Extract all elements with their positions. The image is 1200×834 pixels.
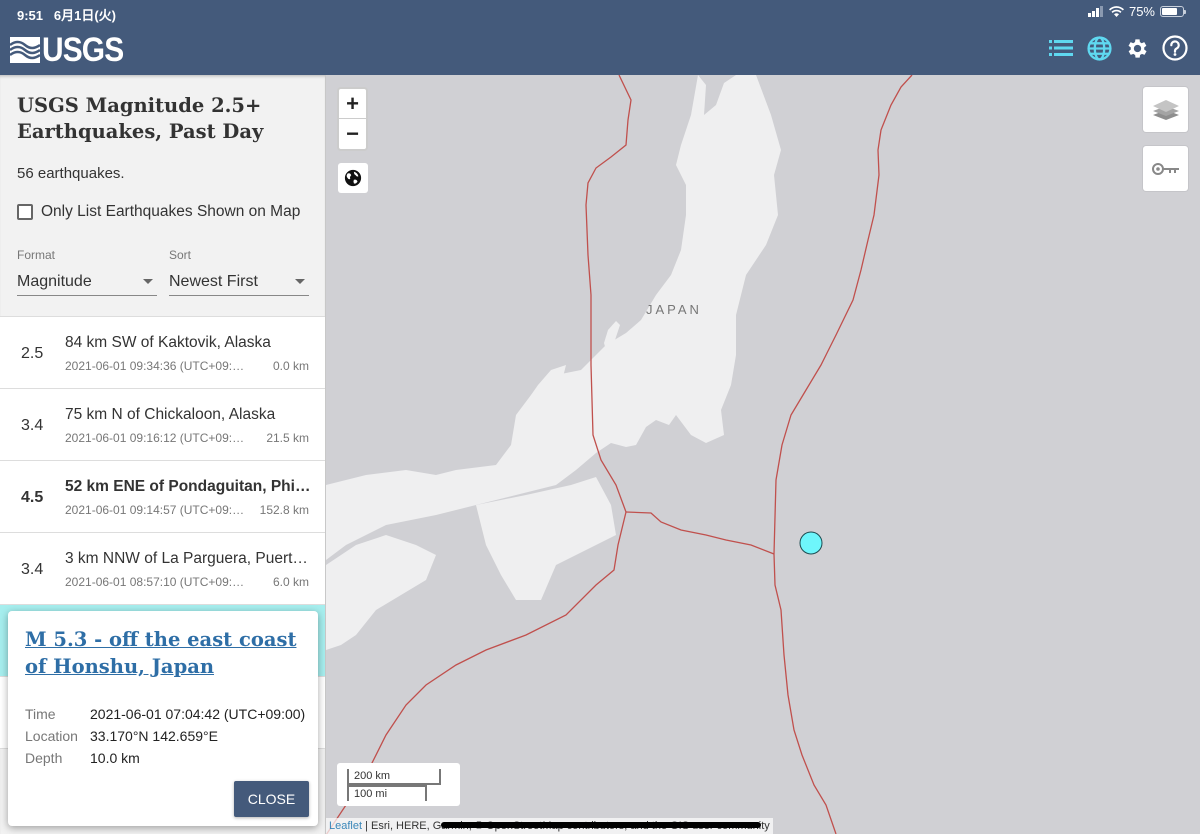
zoom-out-button[interactable]: −: [339, 119, 366, 149]
list-item[interactable]: 3.4 75 km N of Chickaloon, Alaska 2021-0…: [0, 389, 325, 461]
event-time: 2021-06-01 09:34:36 (UTC+09:00): [65, 359, 245, 373]
format-value: Magnitude: [17, 272, 92, 290]
status-time: 9:51 6月1日(火): [17, 8, 116, 23]
detail-key: Location: [25, 728, 78, 744]
globe-icon: [344, 169, 362, 187]
format-label: Format: [17, 248, 56, 262]
list-item[interactable]: 2.5 84 km SW of Kaktovik, Alaska 2021-06…: [0, 317, 325, 389]
detail-row-time: Time 2021-06-01 07:04:42 (UTC+09:00): [25, 703, 305, 725]
detail-value: 10.0 km: [90, 750, 140, 766]
globe-icon: [1086, 35, 1112, 61]
place: 75 km N of Chickaloon, Alaska: [65, 406, 276, 423]
magnitude: 3.4: [21, 561, 44, 578]
detail-key: Time: [25, 706, 56, 722]
legend-button[interactable]: [1143, 146, 1188, 191]
magnitude: 2.5: [21, 345, 44, 362]
home-indicator[interactable]: [441, 822, 761, 828]
layers-button[interactable]: [1143, 87, 1188, 132]
depth: 152.8 km: [259, 503, 309, 517]
earthquake-detail-popup: M 5.3 - off the east coast of Honshu, Ja…: [8, 611, 318, 826]
key-icon: [1151, 162, 1179, 175]
list-item[interactable]: 4.5 52 km ENE of Pondaguitan, Philippine…: [0, 461, 325, 533]
scale-km: 200 km: [347, 769, 441, 785]
scale-mi: 100 mi: [347, 785, 427, 801]
event-time: 2021-06-01 08:57:10 (UTC+09:00): [65, 575, 245, 589]
detail-value: 33.170°N 142.659°E: [90, 728, 218, 744]
earthquake-count: 56 earthquakes.: [17, 165, 125, 182]
place: 84 km SW of Kaktovik, Alaska: [65, 334, 271, 351]
zoom-in-button[interactable]: +: [339, 89, 366, 119]
close-button[interactable]: CLOSE: [234, 781, 309, 817]
magnitude: 4.5: [21, 489, 44, 506]
help-button[interactable]: [1162, 35, 1188, 61]
place: 3 km NNW of La Parguera, Puerto Rico: [65, 550, 311, 567]
place: 52 km ENE of Pondaguitan, Philippines: [65, 478, 311, 495]
list-item[interactable]: 3.4 3 km NNW of La Parguera, Puerto Rico…: [0, 533, 325, 605]
only-shown-on-map-checkbox[interactable]: [17, 204, 33, 220]
sort-value: Newest First: [169, 272, 258, 290]
logo-text: USGS: [42, 31, 124, 69]
chevron-down-icon: [143, 279, 153, 284]
list-icon: [1049, 40, 1073, 56]
earthquake-details: Time 2021-06-01 07:04:42 (UTC+09:00) Loca…: [25, 703, 305, 769]
detail-row-location: Location 33.170°N 142.659°E: [25, 725, 305, 747]
plate-boundary: [625, 511, 775, 555]
detail-value: 2021-06-01 07:04:42 (UTC+09:00): [90, 706, 306, 722]
layers-icon: [1152, 99, 1179, 120]
leaflet-link[interactable]: Leaflet: [329, 820, 362, 832]
map-view[interactable]: JAPAN + − 200 km 100 mi Leaflet | Esri, …: [326, 75, 1200, 834]
plate-boundaries: [326, 75, 913, 834]
usgs-logo[interactable]: USGS: [10, 31, 134, 69]
detail-key: Depth: [25, 750, 63, 766]
map-button[interactable]: [1086, 35, 1112, 61]
help-icon: [1162, 35, 1188, 61]
signal-icon: [1087, 6, 1103, 17]
plate-boundary: [773, 75, 913, 834]
format-select-group: Format Magnitude: [17, 248, 157, 296]
usgs-wave-icon: [10, 37, 40, 63]
sort-select[interactable]: Newest First: [169, 268, 309, 296]
zoom-control: + −: [337, 87, 368, 151]
list-button[interactable]: [1048, 35, 1074, 61]
only-shown-on-map-label: Only List Earthquakes Shown on Map: [41, 203, 301, 220]
format-select[interactable]: Magnitude: [17, 268, 157, 296]
gear-icon: [1128, 38, 1147, 58]
depth: 21.5 km: [266, 431, 309, 445]
earthquake-marker[interactable]: [799, 531, 823, 555]
earthquake-title-link[interactable]: M 5.3 - off the east coast of Honshu, Ja…: [25, 626, 305, 680]
event-time: 2021-06-01 09:16:12 (UTC+09:00): [65, 431, 245, 445]
map-scale: 200 km 100 mi: [337, 763, 460, 806]
app-header: 9:51 6月1日(火) 75% USGS: [0, 0, 1200, 75]
sort-label: Sort: [169, 248, 192, 262]
world-view-button[interactable]: [338, 163, 368, 193]
only-shown-on-map-toggle[interactable]: Only List Earthquakes Shown on Map: [17, 203, 300, 221]
chevron-down-icon: [295, 279, 305, 284]
battery-percent: 75%: [1128, 4, 1155, 19]
depth: 0.0 km: [272, 359, 309, 373]
wifi-icon: [1108, 6, 1124, 17]
depth: 6.0 km: [272, 575, 309, 589]
settings-button[interactable]: [1124, 35, 1150, 61]
map-basemap: [326, 75, 913, 834]
magnitude: 3.4: [21, 417, 44, 434]
status-indicators: 75%: [1087, 4, 1186, 19]
land-shikoku: [326, 535, 436, 650]
battery-icon: [1160, 6, 1186, 17]
country-label: JAPAN: [646, 302, 702, 317]
list-title: USGS Magnitude 2.5+ Earthquakes, Past Da…: [17, 94, 264, 143]
sort-select-group: Sort Newest First: [169, 248, 309, 296]
detail-row-depth: Depth 10.0 km: [25, 747, 305, 769]
event-time: 2021-06-01 09:14:57 (UTC+09:00): [65, 503, 245, 517]
